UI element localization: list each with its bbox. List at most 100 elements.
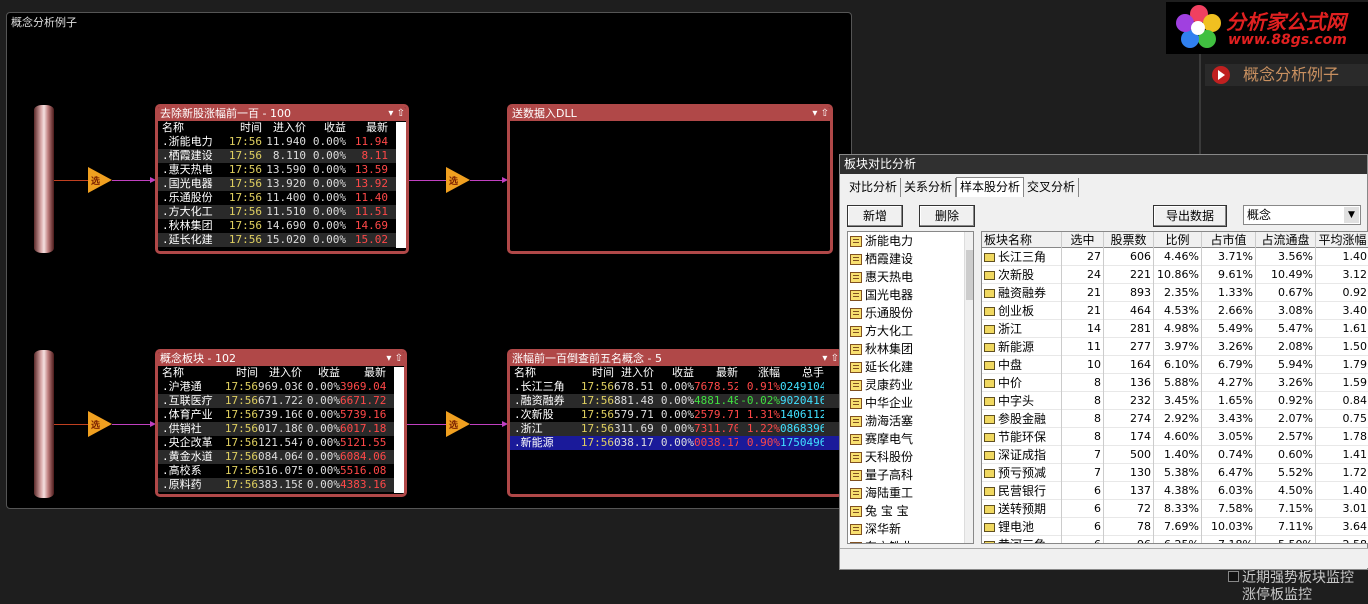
list-item[interactable]: 渤海活塞 (848, 412, 973, 430)
table-row[interactable]: .原料药 17:56383.158 0.00%4383.16 (158, 478, 404, 492)
list-item[interactable]: 栖霞建设 (848, 250, 973, 268)
table-row[interactable]: 深证成指 7 500 1.40% 0.74% 0.60% 1.41 (982, 446, 1368, 464)
monitor-label-2[interactable]: 涨停板监控 (1242, 584, 1312, 604)
monitor-checkbox-1[interactable] (1228, 571, 1239, 582)
grid-col-header[interactable]: 选中 (1062, 232, 1104, 248)
table-row[interactable]: .乐通股份 17:56 11.400 0.00% 11.40 (158, 191, 406, 205)
sector-table[interactable]: 名称 时间 进入价 收益 最新 .沪港通 17:56969.036 0.00%3969.04… (158, 366, 404, 492)
table-row[interactable]: 中价 8 136 5.88% 4.27% 3.26% 1.59 (982, 374, 1368, 392)
panel-title[interactable]: 涨幅前一百倒查前五名概念 - 5 ▾ ⇧ (510, 352, 840, 366)
list-item[interactable]: 灵康药业 (848, 376, 973, 394)
grid-col-header[interactable]: 平均涨幅 (1316, 232, 1368, 248)
add-button[interactable]: 新增 (847, 205, 903, 227)
table-row[interactable]: 黄河三角 6966.25%7.18%5.50%2.58 (982, 536, 1368, 543)
grid-col-header[interactable]: 股票数 (1104, 232, 1154, 248)
panel-title[interactable]: 去除新股涨幅前一百 - 100 ▾ ⇧ (158, 107, 406, 121)
list-item[interactable]: 兔 宝 宝 (848, 502, 973, 520)
delete-button[interactable]: 删除 (919, 205, 975, 227)
stock-list-scrollbar[interactable] (964, 232, 973, 543)
table-row[interactable]: .惠天热电 17:56 13.590 0.00% 13.59 (158, 163, 406, 177)
list-item[interactable]: 惠天热电 (848, 268, 973, 286)
table-row[interactable]: .浙江 17:56311.698 0.00%7311.70 1.22%08683961… (510, 422, 840, 436)
table-row[interactable]: 送转预期 6 72 8.33% 7.58% 7.15% 3.01 (982, 500, 1368, 518)
list-item[interactable]: 浙能电力 (848, 232, 973, 250)
chevron-down-icon[interactable]: ▼ (1344, 207, 1359, 223)
tab-cross[interactable]: 交叉分析 (1024, 178, 1080, 197)
sector-grid[interactable]: 板块名称 选中 股票数 比例 占市值 占流通盘 平均涨幅 长江三角 27 606 4.46% 3.7… (981, 231, 1368, 544)
list-item[interactable]: 深华新 (848, 520, 973, 538)
table-row[interactable]: .长江三角 17:56678.515 0.00%7678.52 0.91%024910… (510, 380, 840, 394)
grid-col-header[interactable]: 占流通盘 (1256, 232, 1316, 248)
panel-send-dll[interactable]: 送数据入DLL ▾ ⇧ (507, 104, 833, 254)
list-item[interactable]: 海陆重工 (848, 484, 973, 502)
list-item[interactable]: 东方铁业 (848, 538, 973, 543)
tab-relation[interactable]: 关系分析 (901, 178, 957, 197)
table-row[interactable]: .央企改革 17:56121.547 0.00%5121.55 (158, 436, 404, 450)
table-row[interactable]: .黄金水道 17:56084.064 0.00%6084.06 (158, 450, 404, 464)
table-row[interactable]: 长江三角 27 606 4.46% 3.71% 3.56% 1.40 (982, 248, 1368, 266)
table-row[interactable]: 参股金融 8 274 2.92% 3.43% 2.07% 0.75 (982, 410, 1368, 428)
list-item[interactable]: 中华企业 (848, 394, 973, 412)
list-item[interactable]: 乐通股份 (848, 304, 973, 322)
dialog-title[interactable]: 板块对比分析 (840, 155, 1367, 174)
table-row[interactable]: .沪港通 17:56969.036 0.00%3969.04 (158, 380, 404, 394)
table-row[interactable]: 浙江 14 281 4.98% 5.49% 5.47% 1.61 (982, 320, 1368, 338)
panel-title[interactable]: 概念板块 - 102 ▾ ⇧ (158, 352, 404, 366)
panel-menu-icon[interactable]: ▾ ⇧ (386, 352, 403, 366)
scroll-thumb[interactable] (966, 250, 973, 300)
table-row[interactable]: 节能环保 8 174 4.60% 3.05% 2.57% 1.78 (982, 428, 1368, 446)
table-row[interactable]: 创业板 21 464 4.53% 2.66% 3.08% 3.40 (982, 302, 1368, 320)
list-item[interactable]: 量子高科 (848, 466, 973, 484)
table-row[interactable]: 新能源 11 277 3.97% 3.26% 2.08% 1.50 (982, 338, 1368, 356)
play-icon[interactable] (1212, 66, 1230, 84)
table-row[interactable]: .方大化工 17:56 11.510 0.00% 11.51 (158, 205, 406, 219)
table-row[interactable]: .秋林集团 17:56 14.690 0.00% 14.69 (158, 219, 406, 233)
export-button[interactable]: 导出数据 (1153, 205, 1227, 227)
panel-top-100[interactable]: 去除新股涨幅前一百 - 100 ▾ ⇧ 名称 时间 进入价 收益 最新 .浙能电力 17:… (155, 104, 409, 254)
category-select[interactable]: 概念 ▼ (1243, 205, 1361, 225)
stock-list[interactable]: 浙能电力 栖霞建设 惠天热电 国光电器 乐通股份 方大化工 秋林集团 延长化建 灵康药业 中华企业… (847, 231, 974, 544)
stock-table[interactable]: 名称 时间 进入价 收益 最新 .浙能电力 17:56 11.940 0.00% 11.94 .栖… (158, 121, 406, 247)
list-item[interactable]: 方大化工 (848, 322, 973, 340)
grid-col-header[interactable]: 比例 (1154, 232, 1202, 248)
data-source-cylinder-2[interactable] (34, 350, 54, 498)
table-row[interactable]: .供销社 17:56017.180 0.00%6017.18 (158, 422, 404, 436)
table-row[interactable]: 中盘 10 164 6.10% 6.79% 5.94% 1.79 (982, 356, 1368, 374)
list-item[interactable]: 秋林集团 (848, 340, 973, 358)
grid-col-header[interactable]: 板块名称 (982, 232, 1062, 248)
table-row[interactable]: 融资融券 21 893 2.35% 1.33% 0.67% 0.92 (982, 284, 1368, 302)
panel-top5-concepts[interactable]: 涨幅前一百倒查前五名概念 - 5 ▾ ⇧ 名称 时间 进入价 收益 最新 涨幅 总手 .长江… (507, 349, 843, 497)
tab-sample-stocks[interactable]: 样本股分析 (956, 177, 1025, 197)
table-row[interactable]: 民营银行 6 137 4.38% 6.03% 4.50% 1.40 (982, 482, 1368, 500)
table-row[interactable]: .高校系 17:56516.075 0.00%5516.08 (158, 464, 404, 478)
panel-title[interactable]: 送数据入DLL ▾ ⇧ (510, 107, 830, 121)
list-item[interactable]: 赛摩电气 (848, 430, 973, 448)
table-row[interactable]: .延长化建 17:56 15.020 0.00% 15.02 (158, 233, 406, 247)
panel-menu-icon[interactable]: ▾ ⇧ (822, 352, 839, 366)
table-row[interactable]: .次新股 17:56579.711 0.00%2579.71 1.31%1406112… (510, 408, 840, 422)
table-row[interactable]: .栖霞建设 17:56 8.110 0.00% 8.11 (158, 149, 406, 163)
panel-scrollbar[interactable] (394, 367, 404, 493)
panel-menu-icon[interactable]: ▾ ⇧ (812, 107, 829, 121)
table-row[interactable]: .融资融券 17:56881.481 0.00%4881.48-0.02%90204… (510, 394, 840, 408)
list-item[interactable]: 国光电器 (848, 286, 973, 304)
list-item[interactable]: 天科股份 (848, 448, 973, 466)
data-source-cylinder-1[interactable] (34, 105, 54, 253)
table-row[interactable]: 次新股 24 221 10.86% 9.61% 10.49% 3.12 (982, 266, 1368, 284)
tab-compare[interactable]: 对比分析 (846, 178, 902, 197)
table-row[interactable]: .国光电器 17:56 13.920 0.00% 13.92 (158, 177, 406, 191)
table-row[interactable]: .体育产业 17:56739.160 0.00%5739.16 (158, 408, 404, 422)
table-row[interactable]: .新能源 17:56038.175 0.00%0038.17 0.90%1750496… (510, 436, 840, 450)
panel-scrollbar[interactable] (396, 122, 406, 248)
grid-col-header[interactable]: 占市值 (1202, 232, 1256, 248)
list-item[interactable]: 延长化建 (848, 358, 973, 376)
concept-table[interactable]: 名称时间进入价收益最新涨幅总手 .长江三角17:56678.5150.00%76… (510, 366, 840, 450)
table-row[interactable]: .浙能电力 17:56 11.940 0.00% 11.94 (158, 135, 406, 149)
table-row[interactable]: 中字头 8 232 3.45% 1.65% 0.92% 0.84 (982, 392, 1368, 410)
table-row[interactable]: .互联医疗 17:56671.722 0.00%6671.72 (158, 394, 404, 408)
table-row[interactable]: 预亏预减 7 130 5.38% 6.47% 5.52% 1.72 (982, 464, 1368, 482)
panel-menu-icon[interactable]: ▾ ⇧ (388, 107, 405, 121)
table-row[interactable]: 锂电池 6 78 7.69% 10.03% 7.11% 3.64 (982, 518, 1368, 536)
panel-concept-sectors[interactable]: 概念板块 - 102 ▾ ⇧ 名称 时间 进入价 收益 最新 .沪港通 17:56969.… (155, 349, 407, 497)
sector-compare-dialog[interactable]: 板块对比分析 对比分析 关系分析 样本股分析 交叉分析 新增 删除 导出数据 概念 ▼… (839, 154, 1368, 570)
